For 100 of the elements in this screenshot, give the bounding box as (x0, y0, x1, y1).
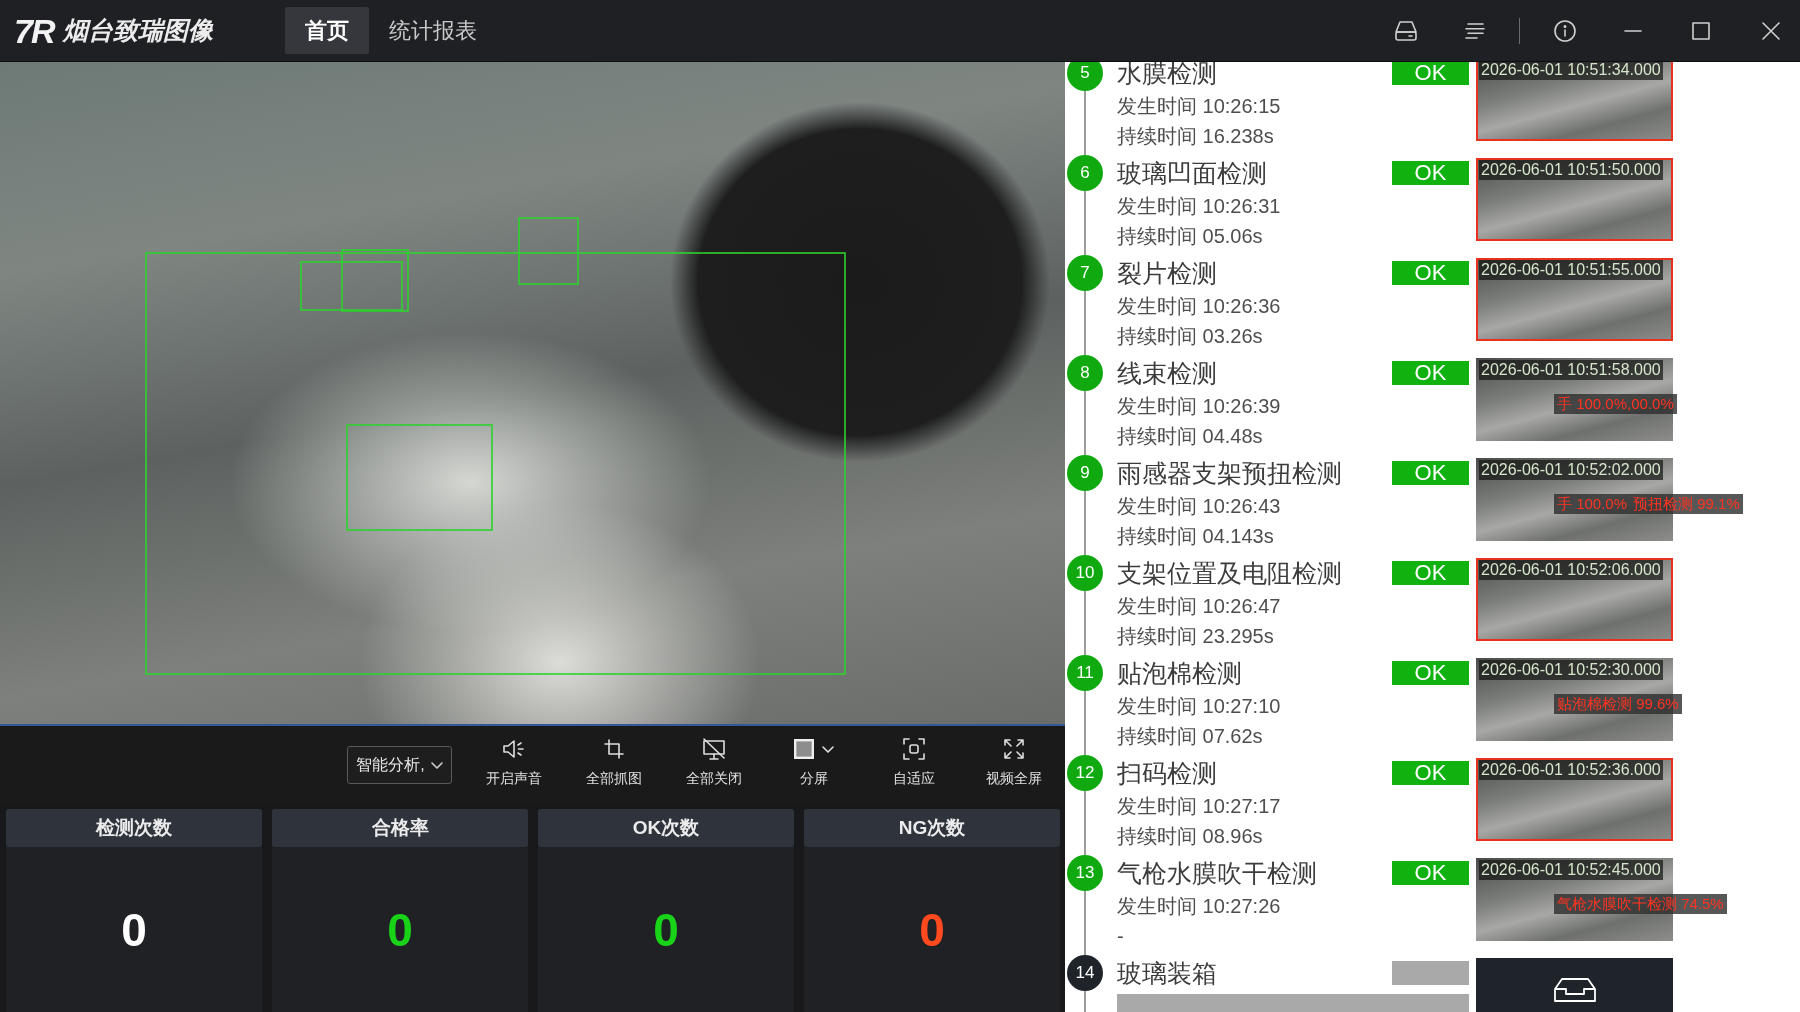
snapshot-timestamp: 2026-06-01 10:51:50.000 (1479, 160, 1663, 180)
step-time: 发生时间 10:26:36 (1117, 294, 1282, 319)
chevron-down-icon (822, 745, 834, 753)
snapshot-thumbnail[interactable]: 2026-06-01 10:52:06.000 (1476, 558, 1673, 641)
status-badge: OK (1392, 361, 1469, 385)
focus-frame-icon (903, 738, 925, 760)
snapshot-thumbnail[interactable]: 2026-06-01 10:52:36.000 (1476, 758, 1673, 841)
step-time: 发生时间 10:26:31 (1117, 194, 1282, 219)
step-duration: 持续时间 16.238s (1117, 124, 1275, 149)
stat-value: 0 (653, 906, 679, 953)
step-number: 8 (1067, 355, 1103, 391)
step-number: 14 (1067, 955, 1103, 991)
step-time: 发生时间 10:26:43 (1117, 494, 1282, 519)
expand-icon (1004, 739, 1024, 759)
snapshot-timestamp: 2026-06-01 10:52:36.000 (1479, 760, 1663, 780)
stat-value: 0 (121, 906, 147, 953)
app-name: 烟台致瑞图像 (63, 15, 214, 46)
crop-icon (604, 739, 624, 759)
step-title: 线束检测 (1117, 358, 1218, 389)
step-duration: 持续时间 07.62s (1117, 724, 1264, 749)
speaker-icon (503, 738, 525, 760)
fullscreen-button[interactable]: 视频全屏 (964, 726, 1064, 804)
step-title: 扫码检测 (1117, 758, 1218, 789)
step-duration: 持续时间 04.48s (1117, 424, 1264, 449)
detection-label: 气枪水膜吹干检测 74.5% (1554, 894, 1727, 914)
mode-dropdown[interactable]: 智能分析, (347, 746, 452, 784)
minimize-icon[interactable] (1624, 29, 1642, 32)
snapshot-thumbnail[interactable]: 2026-06-01 10:51:34.000 (1476, 62, 1673, 141)
step-title: 支架位置及电阻检测 (1117, 558, 1343, 589)
step-time: 发生时间 10:26:47 (1117, 594, 1282, 619)
step-duration: 持续时间 08.96s (1117, 824, 1264, 849)
snapshot-timestamp: 2026-06-01 10:52:30.000 (1479, 660, 1663, 680)
status-badge: OK (1392, 461, 1469, 485)
step-title: 气枪水膜吹干检测 (1117, 858, 1318, 889)
info-icon[interactable] (1554, 19, 1576, 42)
snapshot-timestamp: 2026-06-01 10:52:45.000 (1479, 860, 1663, 880)
stat-value: 0 (387, 906, 413, 953)
stat-header: OK次数 (538, 809, 794, 847)
step-time: 发生时间 10:27:10 (1117, 694, 1282, 719)
step-title: 玻璃凹面检测 (1117, 158, 1268, 189)
nav-tab[interactable]: 首页 (285, 7, 369, 54)
detection-label: 贴泡棉检测 99.6% (1554, 694, 1682, 714)
close-icon[interactable] (1762, 21, 1780, 40)
detection-label: 手 100.0%,00.0% (1554, 394, 1677, 414)
snapshot-timestamp: 2026-06-01 10:52:02.000 (1479, 460, 1663, 480)
step-duration: 持续时间 05.06s (1117, 224, 1264, 249)
monitor-slash-icon (702, 738, 726, 760)
snapshot-timestamp: 2026-06-01 10:51:58.000 (1479, 360, 1663, 380)
step-duration: 持续时间 04.143s (1117, 524, 1275, 549)
status-badge: OK (1392, 161, 1469, 185)
split-screen-button[interactable]: 分屏 (764, 726, 864, 804)
status-badge: OK (1392, 661, 1469, 685)
step-number: 7 (1067, 255, 1103, 291)
step-number: 13 (1067, 855, 1103, 891)
detection-label: 预扭检测 99.1% (1630, 494, 1743, 514)
list-icon[interactable] (1465, 22, 1485, 39)
step-number: 12 (1067, 755, 1103, 791)
stat-header: NG次数 (804, 809, 1060, 847)
snapshot-timestamp: 2026-06-01 10:51:55.000 (1479, 260, 1663, 280)
step-time: 发生时间 10:26:15 (1117, 94, 1282, 119)
status-badge: OK (1392, 561, 1469, 585)
tray-icon (1553, 978, 1596, 1002)
close-all-button[interactable]: 全部关闭 (664, 726, 764, 804)
status-badge: OK (1392, 62, 1469, 85)
step-time: 发生时间 10:27:17 (1117, 794, 1282, 819)
status-badge: OK (1392, 261, 1469, 285)
chevron-down-icon (430, 761, 443, 769)
snapshot-timestamp: 2026-06-01 10:52:06.000 (1479, 560, 1663, 580)
logo-mark: 7R (14, 13, 54, 48)
step-title: 裂片检测 (1117, 258, 1218, 289)
step-title: 贴泡棉检测 (1117, 658, 1243, 689)
fit-button[interactable]: 自适应 (864, 726, 964, 804)
step-number: 11 (1067, 655, 1103, 691)
snapshot-thumbnail[interactable]: 2026-06-01 10:51:55.000 (1476, 258, 1673, 341)
step-title: 玻璃装箱 (1117, 958, 1218, 989)
stat-header: 检测次数 (6, 809, 262, 847)
stat-header: 合格率 (272, 809, 528, 847)
maximize-icon[interactable] (1692, 21, 1710, 40)
status-badge: OK (1392, 861, 1469, 885)
step-number: 10 (1067, 555, 1103, 591)
status-badge: OK (1392, 761, 1469, 785)
capture-button[interactable]: 全部抓图 (564, 726, 664, 804)
hard-drive-icon[interactable] (1395, 20, 1417, 41)
step-time: 发生时间 10:26:39 (1117, 394, 1282, 419)
step-time: 发生时间 10:27:26 (1117, 894, 1282, 919)
step-number: 6 (1067, 155, 1103, 191)
detection-label: 手 100.0% (1554, 494, 1631, 514)
nav-tab[interactable]: 统计报表 (369, 7, 497, 54)
step-duration: 持续时间 03.26s (1117, 324, 1264, 349)
step-number: 9 (1067, 455, 1103, 491)
step-title: 水膜检测 (1117, 62, 1218, 89)
step-title: 雨感器支架预扭检测 (1117, 458, 1343, 489)
step-number: 5 (1067, 62, 1103, 91)
sound-button[interactable]: 开启声音 (464, 726, 564, 804)
snapshot-timestamp: 2026-06-01 10:51:34.000 (1479, 62, 1663, 80)
step-duration: 持续时间 23.295s (1117, 624, 1275, 649)
step-duration: - (1117, 924, 1125, 949)
stat-value: 0 (919, 906, 945, 953)
snapshot-thumbnail[interactable]: 2026-06-01 10:51:50.000 (1476, 158, 1673, 241)
square-icon (794, 739, 814, 759)
